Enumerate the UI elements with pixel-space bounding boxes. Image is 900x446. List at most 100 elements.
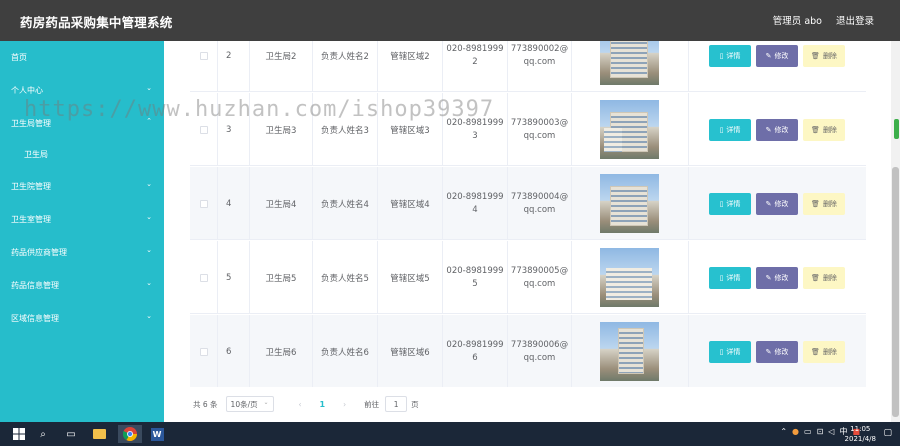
row-checkbox[interactable] bbox=[199, 273, 208, 282]
chevron-down-icon: ⌄ bbox=[263, 399, 269, 406]
prev-page-button[interactable]: ‹ bbox=[299, 400, 302, 409]
notification-icon[interactable]: ▢ bbox=[883, 428, 892, 438]
edit-button[interactable]: ✎ 修改 bbox=[756, 266, 798, 289]
row-index: 4 bbox=[218, 167, 250, 240]
edit-label: 修改 bbox=[774, 199, 789, 208]
trash-icon: 🗑 bbox=[811, 273, 820, 282]
sidebar-item-region-mgmt[interactable]: 区域信息管理 ⌄ bbox=[0, 308, 164, 328]
windows-start-icon[interactable] bbox=[10, 425, 28, 443]
email-line1: 773890006@ bbox=[510, 339, 569, 350]
phone-cell: 020-8981999 2 bbox=[443, 41, 508, 92]
sidebar-item-label: 个人中心 bbox=[11, 85, 43, 95]
detail-label: 详情 bbox=[726, 199, 741, 208]
current-page[interactable]: 1 bbox=[320, 400, 326, 409]
person-name: 负责人姓名4 bbox=[313, 167, 378, 240]
detail-label: 详情 bbox=[726, 51, 741, 60]
detail-button[interactable]: ▯ 详情 bbox=[709, 118, 751, 141]
delete-button[interactable]: 🗑 删除 bbox=[803, 118, 845, 141]
edit-button[interactable]: ✎ 修改 bbox=[756, 118, 798, 141]
document-icon: ▯ bbox=[719, 273, 724, 282]
sidebar-item-home[interactable]: 首页 bbox=[0, 47, 164, 67]
area-name: 管辖区域5 bbox=[378, 241, 443, 314]
total-count: 共 6 条 bbox=[193, 399, 218, 409]
volume-icon[interactable]: ◁ bbox=[828, 427, 834, 436]
network-icon[interactable]: ⊡ bbox=[817, 427, 824, 436]
email-cell: 773890005@ qq.com bbox=[508, 241, 572, 314]
detail-label: 详情 bbox=[726, 347, 741, 356]
email-line1: 773890005@ bbox=[510, 265, 569, 276]
detail-label: 详情 bbox=[726, 125, 741, 134]
chevron-down-icon: ⌄ bbox=[146, 213, 152, 221]
pencil-icon: ✎ bbox=[765, 347, 772, 356]
sidebar-item-drug-info-mgmt[interactable]: 药品信息管理 ⌄ bbox=[0, 275, 164, 295]
detail-button[interactable]: ▯ 详情 bbox=[709, 44, 751, 67]
row-checkbox[interactable] bbox=[199, 125, 208, 134]
detail-button[interactable]: ▯ 详情 bbox=[709, 340, 751, 363]
logout-button[interactable]: 退出登录 bbox=[836, 13, 874, 27]
current-user[interactable]: 管理员 abo bbox=[773, 13, 822, 27]
document-icon: ▯ bbox=[719, 199, 724, 208]
search-icon[interactable]: ⌕ bbox=[34, 425, 52, 443]
edit-button[interactable]: ✎ 修改 bbox=[756, 340, 798, 363]
battery-icon[interactable]: ▭ bbox=[804, 427, 812, 436]
chrome-icon[interactable] bbox=[118, 425, 142, 443]
clock[interactable]: 11:05 2021/4/8 bbox=[845, 424, 876, 444]
delete-label: 删除 bbox=[822, 273, 837, 282]
row-actions: ▯ 详情 ✎ 修改 🗑 删除 bbox=[689, 167, 866, 240]
row-checkbox[interactable] bbox=[199, 347, 208, 356]
row-checkbox[interactable] bbox=[199, 51, 208, 60]
page-size-select[interactable]: 10条/页 ⌄ bbox=[225, 396, 274, 412]
sidebar-item-label: 首页 bbox=[11, 52, 27, 62]
building-photo bbox=[600, 322, 659, 381]
trash-icon: 🗑 bbox=[811, 125, 820, 134]
sidebar-item-clinic-mgmt[interactable]: 卫生室管理 ⌄ bbox=[0, 209, 164, 229]
edit-button[interactable]: ✎ 修改 bbox=[756, 192, 798, 215]
building-photo bbox=[600, 174, 659, 233]
delete-button[interactable]: 🗑 删除 bbox=[803, 266, 845, 289]
building-photo bbox=[600, 248, 659, 307]
row-index: 5 bbox=[218, 241, 250, 314]
next-page-button[interactable]: › bbox=[343, 400, 346, 409]
bureau-name: 卫生局4 bbox=[250, 167, 313, 240]
chevron-down-icon: ⌄ bbox=[146, 312, 152, 320]
row-actions: ▯ 详情 ✎ 修改 🗑 删除 bbox=[689, 241, 866, 314]
area-name: 管辖区域2 bbox=[378, 41, 443, 92]
scrollbar-thumb[interactable] bbox=[892, 167, 899, 417]
building-photo bbox=[600, 100, 659, 159]
area-name: 管辖区域6 bbox=[378, 315, 443, 387]
chevron-up-icon[interactable]: ⌃ bbox=[780, 427, 787, 436]
sidebar-item-health-bureau[interactable]: 卫生局 bbox=[0, 144, 164, 164]
edit-label: 修改 bbox=[774, 51, 789, 60]
data-table: 2 卫生局2 负责人姓名2 管辖区域2 020-8981999 2 7738900… bbox=[190, 41, 866, 387]
sidebar-item-label: 卫生室管理 bbox=[11, 214, 51, 224]
phone-line1: 020-8981999 bbox=[446, 265, 504, 276]
table-row: 6 卫生局6 负责人姓名6 管辖区域6 020-8981999 6 7738900… bbox=[190, 315, 866, 387]
delete-label: 删除 bbox=[822, 51, 837, 60]
phone-line1: 020-8981999 bbox=[446, 339, 504, 350]
phone-line2: 6 bbox=[472, 352, 478, 363]
document-icon: ▯ bbox=[719, 51, 724, 60]
chevron-down-icon: ⌄ bbox=[146, 246, 152, 254]
delete-button[interactable]: 🗑 删除 bbox=[803, 340, 845, 363]
detail-button[interactable]: ▯ 详情 bbox=[709, 192, 751, 215]
sidebar-item-label: 药品供应商管理 bbox=[11, 247, 67, 257]
task-view-icon[interactable]: ▭ bbox=[62, 425, 80, 443]
row-checkbox[interactable] bbox=[199, 199, 208, 208]
app-title: 药房药品采购集中管理系统 bbox=[20, 15, 173, 30]
phone-line2: 4 bbox=[472, 204, 478, 215]
word-icon[interactable]: W bbox=[148, 425, 166, 443]
edit-button[interactable]: ✎ 修改 bbox=[756, 44, 798, 67]
table-row: 2 卫生局2 负责人姓名2 管辖区域2 020-8981999 2 7738900… bbox=[190, 41, 866, 92]
detail-button[interactable]: ▯ 详情 bbox=[709, 266, 751, 289]
page-scrollbar[interactable] bbox=[891, 41, 900, 422]
delete-button[interactable]: 🗑 删除 bbox=[803, 192, 845, 215]
delete-button[interactable]: 🗑 删除 bbox=[803, 44, 845, 67]
file-explorer-icon[interactable] bbox=[90, 425, 108, 443]
goto-page-input[interactable]: 1 bbox=[385, 396, 408, 412]
sidebar-item-supplier-mgmt[interactable]: 药品供应商管理 ⌄ bbox=[0, 242, 164, 262]
bureau-name: 卫生局6 bbox=[250, 315, 313, 387]
table-row: 4 卫生局4 负责人姓名4 管辖区域4 020-8981999 4 7738900… bbox=[190, 167, 866, 240]
app-tray-icon[interactable]: ● bbox=[792, 427, 799, 436]
sidebar-item-health-center-mgmt[interactable]: 卫生院管理 ⌄ bbox=[0, 176, 164, 196]
side-widget-tab[interactable] bbox=[894, 119, 899, 139]
